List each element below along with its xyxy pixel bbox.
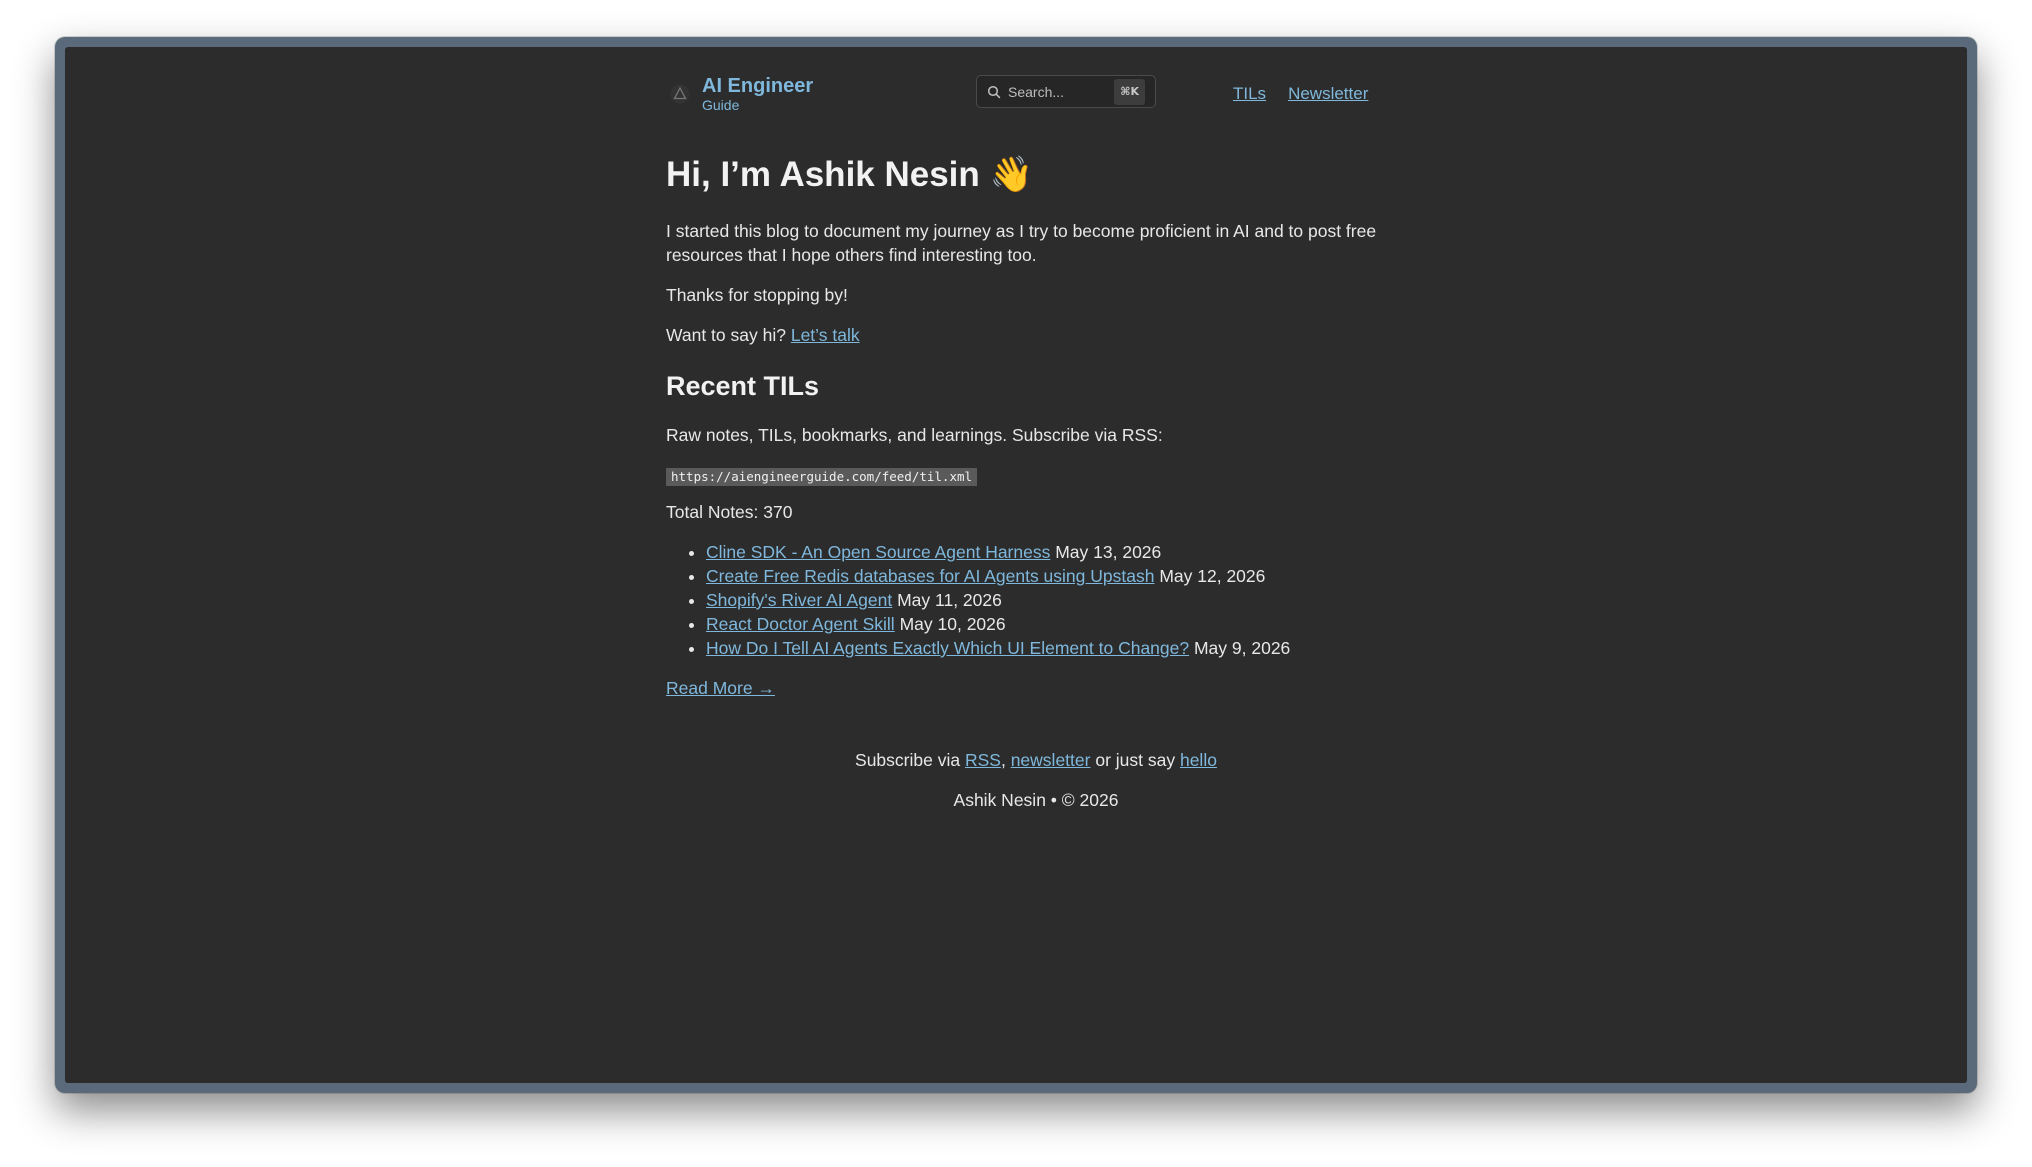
main-nav: TILs Newsletter bbox=[1233, 82, 1368, 106]
footer-or-say: or just say bbox=[1095, 750, 1176, 770]
footer-copyright: Ashik Nesin • © 2026 bbox=[953, 790, 1119, 810]
til-list-item: React Doctor Agent Skill May 10, 2026 bbox=[706, 612, 1406, 636]
footer-subscribe-line: Subscribe via RSS, newsletter or just sa… bbox=[666, 748, 1406, 772]
page-viewport: AI Engineer Guide Search... ⌘K TILs News… bbox=[65, 47, 1967, 1083]
site-logo-link[interactable]: AI Engineer Guide bbox=[666, 75, 813, 113]
triangle-logo-icon bbox=[666, 80, 694, 108]
site-footer: Subscribe via RSS, newsletter or just sa… bbox=[666, 748, 1406, 812]
til-date: May 13, 2026 bbox=[1055, 542, 1162, 562]
til-date: May 12, 2026 bbox=[1159, 566, 1266, 586]
logo-subtitle: Guide bbox=[702, 97, 740, 113]
til-list-item: Shopify's River AI Agent May 11, 2026 bbox=[706, 588, 1406, 612]
til-date: May 9, 2026 bbox=[1193, 638, 1291, 658]
search-placeholder: Search... bbox=[1008, 83, 1065, 100]
say-hi-prefix: Want to say hi? bbox=[666, 325, 786, 345]
til-link[interactable]: Create Free Redis databases for AI Agent… bbox=[706, 566, 1154, 586]
say-hi-line: Want to say hi? Let’s talk bbox=[666, 323, 1406, 347]
til-list: Cline SDK - An Open Source Agent Harness… bbox=[666, 540, 1406, 660]
read-more-link[interactable]: Read More → bbox=[666, 678, 775, 698]
page-title: Hi, I’m Ashik Nesin 👋 bbox=[666, 155, 1034, 194]
nav-link-newsletter[interactable]: Newsletter bbox=[1288, 82, 1368, 106]
til-list-item: How Do I Tell AI Agents Exactly Which UI… bbox=[706, 636, 1406, 660]
til-link[interactable]: React Doctor Agent Skill bbox=[706, 614, 895, 634]
til-link[interactable]: Cline SDK - An Open Source Agent Harness bbox=[706, 542, 1050, 562]
til-date: May 11, 2026 bbox=[897, 590, 1002, 610]
til-list-item: Create Free Redis databases for AI Agent… bbox=[706, 564, 1406, 588]
search-shortcut-badge: ⌘K bbox=[1114, 78, 1145, 105]
footer-rss-link[interactable]: RSS bbox=[965, 750, 1001, 770]
thanks-text: Thanks for stopping by! bbox=[666, 285, 848, 305]
nav-link-tils[interactable]: TILs bbox=[1233, 82, 1266, 106]
til-link[interactable]: Shopify's River AI Agent bbox=[706, 590, 892, 610]
tils-description: Raw notes, TILs, bookmarks, and learning… bbox=[666, 425, 1163, 445]
browser-window: AI Engineer Guide Search... ⌘K TILs News… bbox=[55, 37, 1977, 1093]
til-list-item: Cline SDK - An Open Source Agent Harness… bbox=[706, 540, 1406, 564]
intro-text: I started this blog to document my journ… bbox=[666, 221, 1377, 265]
recent-tils-heading: Recent TILs bbox=[666, 371, 820, 401]
lets-talk-link[interactable]: Let’s talk bbox=[791, 325, 860, 345]
til-link[interactable]: How Do I Tell AI Agents Exactly Which UI… bbox=[706, 638, 1189, 658]
footer-hello-link[interactable]: hello bbox=[1180, 750, 1217, 770]
logo-text: AI Engineer Guide bbox=[702, 75, 813, 113]
rss-url-code: https://aiengineerguide.com/feed/til.xml bbox=[666, 468, 978, 486]
footer-comma: , bbox=[1000, 750, 1006, 770]
til-date: May 10, 2026 bbox=[899, 614, 1006, 634]
search-button[interactable]: Search... ⌘K bbox=[976, 75, 1156, 108]
main-content: AI Engineer Guide Search... ⌘K TILs News… bbox=[666, 73, 1406, 828]
total-notes: Total Notes: 370 bbox=[666, 502, 793, 522]
logo-title: AI Engineer bbox=[702, 75, 814, 97]
footer-newsletter-link[interactable]: newsletter bbox=[1011, 750, 1091, 770]
site-header: AI Engineer Guide Search... ⌘K TILs News… bbox=[666, 73, 1406, 123]
footer-subscribe-prefix: Subscribe via bbox=[855, 750, 961, 770]
search-icon bbox=[987, 85, 1001, 98]
